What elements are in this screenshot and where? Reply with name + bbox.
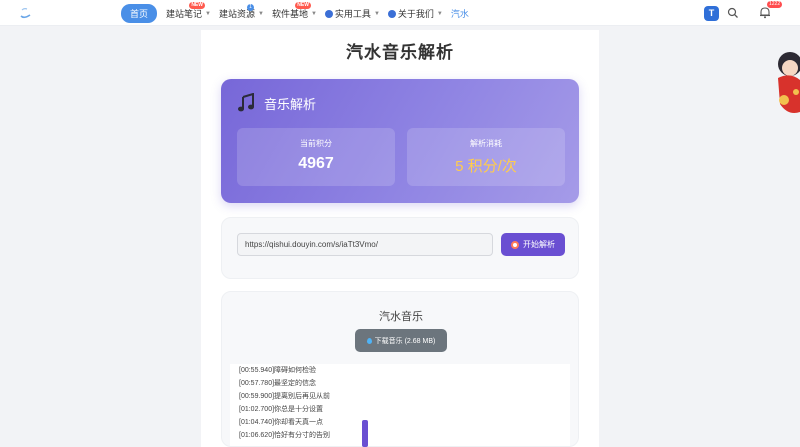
main-nav: 首页 建站笔记 ▼ NEW 建站资源 ▼ 1 软件基地 ▼ NEW 实用工具 ▼…	[121, 2, 477, 23]
nav-item-label: 汽水	[450, 9, 469, 19]
points-label: 当前积分	[300, 139, 332, 148]
new-badge: NEW	[189, 2, 205, 9]
nav-item-label: 关于我们	[397, 9, 434, 19]
cost-label: 解析消耗	[470, 139, 502, 148]
new-badge: NEW	[295, 2, 311, 9]
nav-item-software[interactable]: 软件基地 ▼ NEW	[272, 2, 317, 20]
mascot-icon[interactable]	[768, 42, 800, 122]
nav-item-resources[interactable]: 建站资源 ▼ 1	[219, 4, 264, 20]
lyrics-panel[interactable]: [00:55.940]障碍如何检验 [00:57.780]最坚定的信念 [00:…	[230, 364, 570, 446]
download-button[interactable]: 下载音乐 (2.68 MB)	[355, 329, 447, 352]
top-nav: 首页 建站笔记 ▼ NEW 建站资源 ▼ 1 软件基地 ▼ NEW 实用工具 ▼…	[0, 0, 800, 26]
nav-item-notes[interactable]: 建站笔记 ▼ NEW	[166, 2, 211, 20]
start-parse-button[interactable]: 开始解析	[501, 233, 565, 256]
nav-item-home[interactable]: 首页	[121, 4, 158, 23]
nav-item-label: 实用工具	[334, 9, 371, 19]
count-badge: 1	[246, 4, 254, 11]
points-value: 4967	[298, 155, 334, 172]
notification-badge: 1222	[767, 1, 783, 8]
nav-item-tools[interactable]: 实用工具 ▼	[324, 7, 380, 20]
tools-icon	[324, 9, 333, 18]
nav-item-qishui[interactable]: 汽水	[451, 7, 469, 20]
points-stat: 当前积分 4967	[237, 128, 395, 186]
target-icon	[511, 240, 519, 249]
result-card: 汽水音乐 下载音乐 (2.68 MB) [00:55.940]障碍如何检验 [0…	[221, 291, 579, 447]
nav-item-about[interactable]: 关于我们 ▼	[387, 7, 443, 20]
card-header: 音乐解析	[237, 93, 316, 113]
page-title: 汽水音乐解析	[346, 43, 454, 62]
song-title: 汽水音乐	[379, 311, 423, 323]
cost-stat: 解析消耗 5 积分/次	[407, 128, 565, 186]
lyric-line: [01:06.620]恰好有分寸的告别	[239, 432, 331, 439]
chevron-down-icon: ▼	[436, 10, 443, 17]
music-parse-card: 音乐解析 当前积分 4967 解析消耗 5 积分/次	[221, 79, 579, 203]
chevron-down-icon: ▼	[205, 10, 211, 17]
parse-button-label: 开始解析	[523, 240, 555, 249]
parse-form: 开始解析	[221, 217, 579, 279]
main-container: 汽水音乐解析 音乐解析 当前积分 4967 解析消耗 5 积分/次 开始解析	[201, 30, 599, 447]
search-icon[interactable]	[727, 7, 739, 19]
logo-icon[interactable]	[18, 6, 34, 20]
url-input[interactable]	[237, 233, 493, 256]
card-title: 音乐解析	[264, 96, 317, 112]
droplet-icon	[366, 337, 372, 344]
download-label: 下载音乐 (2.68 MB)	[374, 337, 436, 345]
chevron-down-icon: ▼	[373, 10, 380, 17]
music-note-icon	[238, 93, 254, 112]
lyrics-scrollbar[interactable]	[362, 420, 368, 447]
nav-item-label: 首页	[130, 9, 149, 19]
info-icon	[387, 9, 396, 18]
cost-value: 5 积分/次	[455, 158, 517, 175]
app-icon[interactable]: T	[704, 6, 719, 21]
chevron-down-icon: ▼	[258, 10, 264, 17]
chevron-down-icon: ▼	[310, 10, 317, 17]
